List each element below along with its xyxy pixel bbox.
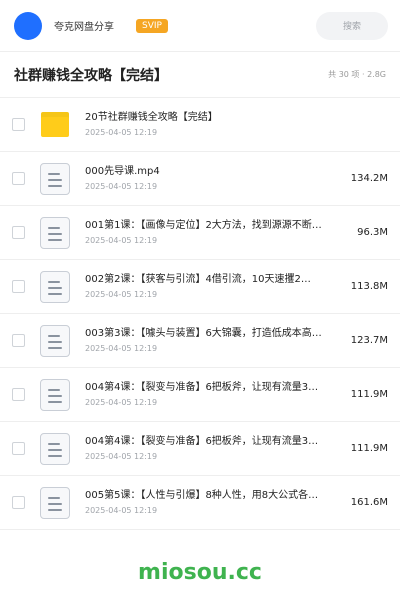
item-size: 111.9M	[350, 443, 388, 454]
item-checkbox[interactable]	[12, 172, 25, 185]
search-button[interactable]: 搜索	[316, 11, 388, 40]
item-date: 2025-04-05 12:19	[85, 236, 158, 245]
item-name: 003第3课：【噱头与装置】6大锦囊，打造低成本高…	[85, 328, 322, 339]
file-icon	[38, 162, 72, 196]
item-info: 002第2课：【获客与引流】4借引流，10天速攫2… 2025-04-05 12:…	[85, 273, 330, 300]
item-info: 20节社群赚钱全攻略【完结】 2025-04-05 12:19	[85, 111, 330, 138]
page-title: 社群赚钱全攻略【完结】	[14, 67, 168, 84]
watermark: miosou.cc	[138, 560, 262, 585]
item-name: 000先导课.mp4	[85, 166, 160, 177]
file-icon	[38, 324, 72, 358]
file-icon	[38, 216, 72, 250]
item-info: 005第5课：【人性与引爆】8种人性，用8大公式各… 2025-04-05 12:…	[85, 489, 330, 516]
item-date: 2025-04-05 12:19	[85, 398, 158, 407]
item-date: 2025-04-05 12:19	[85, 452, 158, 461]
item-checkbox[interactable]	[12, 496, 25, 509]
item-name: 20节社群赚钱全攻略【完结】	[85, 112, 218, 123]
svip-badge: SVIP	[136, 18, 168, 33]
list-item[interactable]: 003第3课：【噱头与装置】6大锦囊，打造低成本高… 2025-04-05 12:…	[0, 314, 400, 368]
top-bar: 夸克网盘分享 SVIP 搜索	[0, 0, 400, 52]
item-name: 005第5课：【人性与引爆】8种人性，用8大公式各…	[85, 490, 319, 501]
file-list: 20节社群赚钱全攻略【完结】 2025-04-05 12:19 000先导课.mp4…	[0, 98, 400, 530]
item-name: 004第4课：【裂变与准备】6把板斧，让现有流量3…	[85, 436, 319, 447]
avatar[interactable]	[14, 11, 42, 40]
folder-icon	[38, 108, 72, 142]
item-checkbox[interactable]	[12, 442, 25, 455]
folder-meta: 共 30 项 · 2.8G	[328, 70, 386, 79]
file-icon	[38, 486, 72, 520]
list-item[interactable]: 20节社群赚钱全攻略【完结】 2025-04-05 12:19	[0, 98, 400, 152]
item-info: 000先导课.mp4 2025-04-05 12:19	[85, 165, 330, 192]
item-checkbox[interactable]	[12, 280, 25, 293]
list-item[interactable]: 004第4课：【裂变与准备】6把板斧，让现有流量3… 2025-04-05 12:…	[0, 422, 400, 476]
item-size: 96.3M	[357, 227, 388, 238]
item-size: 111.9M	[350, 389, 388, 400]
item-size: 161.6M	[350, 497, 388, 508]
item-date: 2025-04-05 12:19	[85, 128, 158, 137]
item-size: 113.8M	[350, 281, 388, 292]
item-size: 123.7M	[350, 335, 388, 346]
item-checkbox[interactable]	[12, 388, 25, 401]
item-checkbox[interactable]	[12, 226, 25, 239]
folder-header: 社群赚钱全攻略【完结】 共 30 项 · 2.8G	[0, 52, 400, 98]
list-item[interactable]: 004第4课：【裂变与准备】6把板斧，让现有流量3… 2025-04-05 12:…	[0, 368, 400, 422]
list-item[interactable]: 002第2课：【获客与引流】4借引流，10天速攫2… 2025-04-05 12:…	[0, 260, 400, 314]
file-icon	[38, 432, 72, 466]
item-date: 2025-04-05 12:19	[85, 344, 158, 353]
item-date: 2025-04-05 12:19	[85, 290, 158, 299]
list-item[interactable]: 005第5课：【人性与引爆】8种人性，用8大公式各… 2025-04-05 12:…	[0, 476, 400, 530]
item-name: 001第1课：【画像与定位】2大方法，找到源源不断…	[85, 220, 322, 231]
file-icon	[38, 270, 72, 304]
item-info: 004第4课：【裂变与准备】6把板斧，让现有流量3… 2025-04-05 12:…	[85, 435, 330, 462]
item-info: 003第3课：【噱头与装置】6大锦囊，打造低成本高… 2025-04-05 12:…	[85, 327, 330, 354]
file-icon	[38, 378, 72, 412]
item-name: 004第4课：【裂变与准备】6把板斧，让现有流量3…	[85, 382, 319, 393]
item-date: 2025-04-05 12:19	[85, 506, 158, 515]
item-name: 002第2课：【获客与引流】4借引流，10天速攫2…	[85, 274, 311, 285]
brand-label: 夸克网盘分享	[54, 22, 114, 33]
item-info: 004第4课：【裂变与准备】6把板斧，让现有流量3… 2025-04-05 12:…	[85, 381, 330, 408]
item-date: 2025-04-05 12:19	[85, 182, 158, 191]
item-size: 134.2M	[350, 173, 388, 184]
item-checkbox[interactable]	[12, 118, 25, 131]
item-checkbox[interactable]	[12, 334, 25, 347]
list-item[interactable]: 001第1课：【画像与定位】2大方法，找到源源不断… 2025-04-05 12:…	[0, 206, 400, 260]
item-info: 001第1课：【画像与定位】2大方法，找到源源不断… 2025-04-05 12:…	[85, 219, 330, 246]
list-item[interactable]: 000先导课.mp4 2025-04-05 12:19 134.2M	[0, 152, 400, 206]
